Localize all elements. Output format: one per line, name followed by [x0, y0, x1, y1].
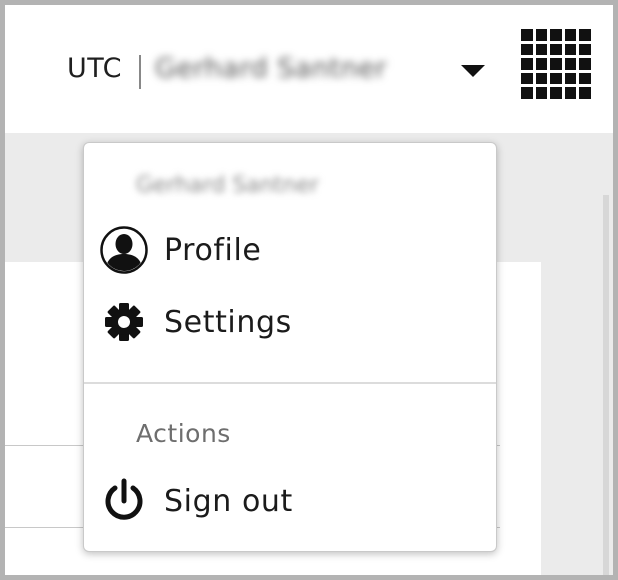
menu-username: Gerhard Santner	[136, 173, 319, 198]
user-menu-name[interactable]: Gerhard Santner	[155, 53, 387, 84]
chevron-down-icon[interactable]	[461, 65, 485, 77]
background-scroll-edge	[603, 195, 609, 575]
menu-item-label: Settings	[164, 304, 292, 340]
app-grid-icon[interactable]	[521, 29, 591, 99]
gear-icon	[98, 296, 150, 348]
menu-divider	[84, 382, 496, 384]
profile-icon	[98, 224, 150, 276]
top-bar: UTC Gerhard Santner	[5, 5, 613, 133]
header-separator	[139, 55, 141, 89]
menu-item-settings[interactable]: Settings	[84, 292, 496, 352]
user-dropdown-menu: Gerhard Santner Profile Settings Actions…	[83, 142, 497, 552]
app-window: UTC Gerhard Santner Gerhard Santner Prof…	[0, 0, 618, 580]
timezone-label: UTC	[67, 53, 123, 84]
menu-item-sign-out[interactable]: Sign out	[84, 471, 496, 531]
menu-section-heading: Actions	[136, 419, 231, 448]
menu-item-profile[interactable]: Profile	[84, 220, 496, 280]
menu-item-label: Profile	[164, 232, 262, 268]
menu-item-label: Sign out	[164, 483, 293, 519]
power-icon	[98, 475, 150, 527]
